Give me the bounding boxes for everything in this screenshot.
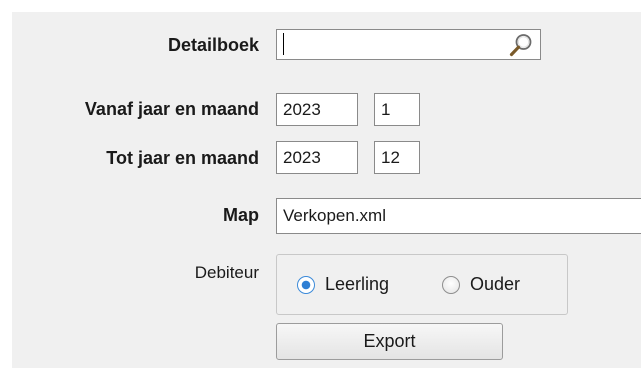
debiteur-label: Debiteur [194, 263, 259, 282]
radio-ouder[interactable]: Ouder [442, 274, 520, 295]
map-input[interactable]: Verkopen.xml [276, 198, 641, 234]
detailboek-label: Detailboek [167, 35, 259, 55]
vanaf-label: Vanaf jaar en maand [84, 99, 259, 119]
debiteur-radio-group: Leerling Ouder [276, 254, 568, 315]
tot-month-input[interactable]: 12 [374, 141, 420, 174]
tot-label: Tot jaar en maand [106, 148, 259, 168]
search-icon[interactable] [508, 32, 534, 58]
radio-unchecked-icon [442, 275, 460, 294]
text-caret [283, 33, 284, 55]
vanaf-month-input[interactable]: 1 [374, 93, 420, 126]
export-panel: Detailboek Vanaf jaar en maand 2023 1 To… [0, 0, 641, 378]
tot-year-input[interactable]: 2023 [276, 141, 358, 174]
radio-checked-icon [297, 275, 315, 294]
export-button[interactable]: Export [276, 323, 503, 360]
vanaf-year-input[interactable]: 2023 [276, 93, 358, 126]
radio-leerling-label: Leerling [325, 274, 390, 294]
radio-ouder-label: Ouder [470, 274, 521, 294]
detailboek-input[interactable] [276, 29, 541, 60]
map-label: Map [223, 205, 259, 225]
radio-leerling[interactable]: Leerling [297, 274, 389, 295]
